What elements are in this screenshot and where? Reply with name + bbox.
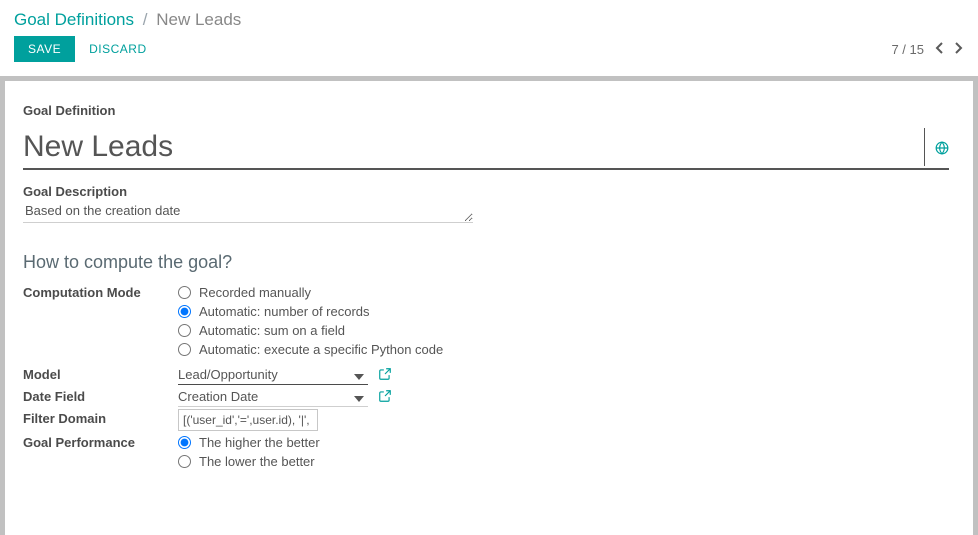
- description-input[interactable]: [23, 201, 473, 223]
- date-field-label: Date Field: [23, 387, 178, 404]
- pager-text: 7 / 15: [891, 42, 924, 57]
- pager-next-icon[interactable]: [954, 41, 964, 58]
- pager: 7 / 15: [891, 41, 964, 58]
- filter-domain-label: Filter Domain: [23, 409, 178, 426]
- perf-lower-text: The lower the better: [199, 454, 315, 469]
- mode-sum-option[interactable]: Automatic: sum on a field: [178, 321, 949, 340]
- perf-higher-text: The higher the better: [199, 435, 320, 450]
- perf-higher-option[interactable]: The higher the better: [178, 433, 949, 452]
- breadcrumb-leaf: New Leads: [156, 10, 241, 29]
- perf-lower-option[interactable]: The lower the better: [178, 452, 949, 471]
- mode-sum-radio[interactable]: [178, 324, 191, 337]
- mode-count-option[interactable]: Automatic: number of records: [178, 302, 949, 321]
- mode-manual-text: Recorded manually: [199, 285, 311, 300]
- breadcrumb-root[interactable]: Goal Definitions: [14, 10, 134, 29]
- name-input[interactable]: [23, 128, 925, 166]
- date-field-input[interactable]: [178, 387, 368, 407]
- model-external-link-icon[interactable]: [378, 367, 392, 384]
- pager-prev-icon[interactable]: [934, 41, 944, 58]
- mode-python-radio[interactable]: [178, 343, 191, 356]
- mode-python-text: Automatic: execute a specific Python cod…: [199, 342, 443, 357]
- goal-definition-label: Goal Definition: [23, 103, 949, 118]
- breadcrumb: Goal Definitions / New Leads: [14, 10, 964, 30]
- perf-lower-radio[interactable]: [178, 455, 191, 468]
- mode-manual-radio[interactable]: [178, 286, 191, 299]
- mode-sum-text: Automatic: sum on a field: [199, 323, 345, 338]
- howto-heading: How to compute the goal?: [23, 252, 949, 273]
- date-field-external-link-icon[interactable]: [378, 389, 392, 406]
- goal-performance-label: Goal Performance: [23, 433, 178, 450]
- perf-higher-radio[interactable]: [178, 436, 191, 449]
- form-sheet: Goal Definition Goal Description How to …: [0, 76, 978, 535]
- mode-count-text: Automatic: number of records: [199, 304, 370, 319]
- computation-mode-label: Computation Mode: [23, 283, 178, 300]
- goal-description-label: Goal Description: [23, 184, 949, 199]
- discard-button[interactable]: DISCARD: [89, 42, 147, 56]
- breadcrumb-separator: /: [143, 10, 148, 29]
- mode-manual-option[interactable]: Recorded manually: [178, 283, 949, 302]
- model-label: Model: [23, 365, 178, 382]
- mode-python-option[interactable]: Automatic: execute a specific Python cod…: [178, 340, 949, 359]
- save-button[interactable]: SAVE: [14, 36, 75, 62]
- globe-icon[interactable]: [935, 141, 949, 166]
- model-input[interactable]: [178, 365, 368, 385]
- filter-domain-input[interactable]: [178, 409, 318, 431]
- mode-count-radio[interactable]: [178, 305, 191, 318]
